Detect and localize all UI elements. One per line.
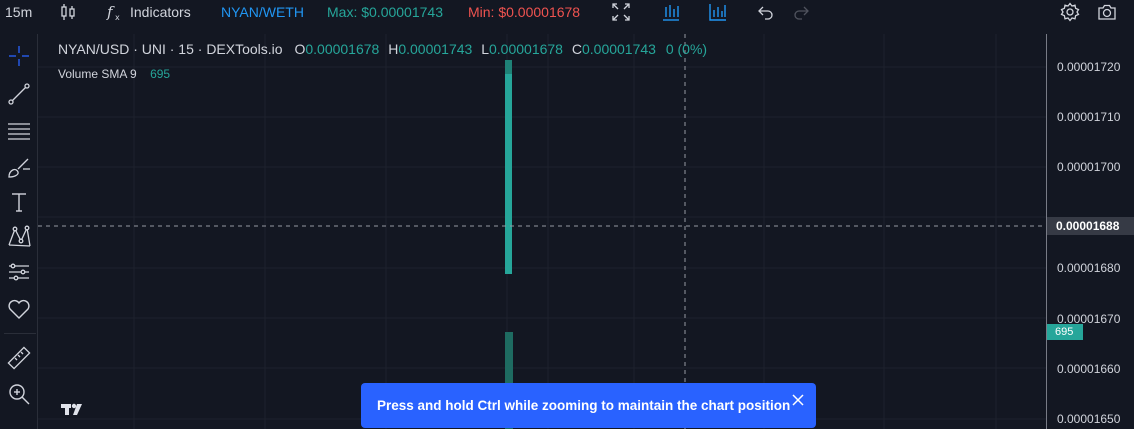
price-tick: 0.00001680 [1057, 261, 1121, 275]
price-tick: 0.00001710 [1057, 110, 1121, 124]
chart-grid [38, 34, 1046, 429]
crosshair-icon[interactable] [6, 43, 32, 69]
toast-message: Press and hold Ctrl while zooming to mai… [377, 398, 791, 413]
chart-canvas[interactable]: NYAN/USD · UNI · 15 · DEXTools.io O0.000… [38, 34, 1046, 429]
max-price-label: Max: $0.00001743 [327, 4, 443, 20]
redo-icon[interactable] [792, 2, 812, 22]
fullscreen-icon[interactable] [611, 2, 631, 22]
zoom-icon[interactable] [6, 381, 32, 407]
volume-value: 695 [150, 67, 171, 81]
prediction-icon[interactable] [6, 260, 32, 286]
undo-icon[interactable] [755, 2, 775, 22]
low-label: L [481, 41, 489, 57]
ruler-icon[interactable] [6, 345, 32, 371]
text-icon[interactable] [6, 189, 32, 215]
heart-icon[interactable] [6, 296, 32, 322]
open-label: O [294, 41, 306, 57]
high-label: H [388, 41, 399, 57]
toolbar-divider [4, 333, 36, 334]
crosshair-price-label: 0.00001688 [1047, 217, 1134, 235]
pair-label: NYAN/WETH [221, 4, 304, 20]
high-value: 0.00001743 [398, 41, 473, 57]
zoom-hint-toast: Press and hold Ctrl while zooming to mai… [361, 383, 816, 428]
low-value: 0.00001678 [489, 41, 563, 57]
brush-icon[interactable] [6, 155, 32, 181]
top-toolbar: 15m fx Indicators NYAN/WETH Max: $0.0000… [0, 0, 1134, 24]
price-candle[interactable] [505, 60, 512, 274]
svg-text:f: f [106, 3, 115, 21]
close-icon[interactable] [791, 393, 805, 407]
function-icon[interactable]: fx [104, 2, 124, 22]
price-axis[interactable]: 0.00001720 0.00001710 0.00001700 0.00001… [1046, 34, 1134, 429]
price-tick: 0.00001650 [1057, 412, 1121, 426]
symbol-title[interactable]: NYAN/USD · UNI · 15 · DEXTools.io [58, 41, 283, 57]
volume-badge: 695 [1047, 324, 1083, 340]
close-value: 0.00001743 [581, 41, 656, 57]
svg-text:x: x [115, 13, 120, 22]
close-label: C [571, 41, 582, 57]
pattern-icon[interactable] [6, 224, 32, 250]
min-price-label: Min: $0.00001678 [468, 4, 581, 20]
price-tick: 0.00001700 [1057, 160, 1121, 174]
interval-button[interactable]: 15m [5, 0, 32, 24]
bars-chart-icon[interactable] [661, 2, 681, 22]
open-value: 0.00001678 [305, 41, 380, 57]
horizontal-lines-icon[interactable] [6, 118, 32, 144]
price-tick: 0.00001660 [1057, 362, 1121, 376]
camera-icon[interactable] [1097, 2, 1117, 22]
tradingview-logo[interactable] [60, 400, 86, 418]
trend-line-icon[interactable] [6, 81, 32, 107]
drawing-toolbar [0, 34, 38, 429]
settings-icon[interactable] [1060, 2, 1080, 22]
line-bars-icon[interactable] [708, 2, 728, 22]
indicators-button[interactable]: Indicators [130, 0, 191, 24]
volume-label[interactable]: Volume SMA 9 [58, 67, 137, 81]
ohlc-legend: NYAN/USD · UNI · 15 · DEXTools.io O0.000… [58, 41, 707, 57]
price-candle-top [505, 60, 512, 74]
candles-icon[interactable] [58, 2, 78, 22]
price-tick: 0.00001720 [1057, 60, 1121, 74]
change-value: 0 (0%) [665, 41, 708, 57]
volume-legend: Volume SMA 9 695 [58, 67, 170, 81]
